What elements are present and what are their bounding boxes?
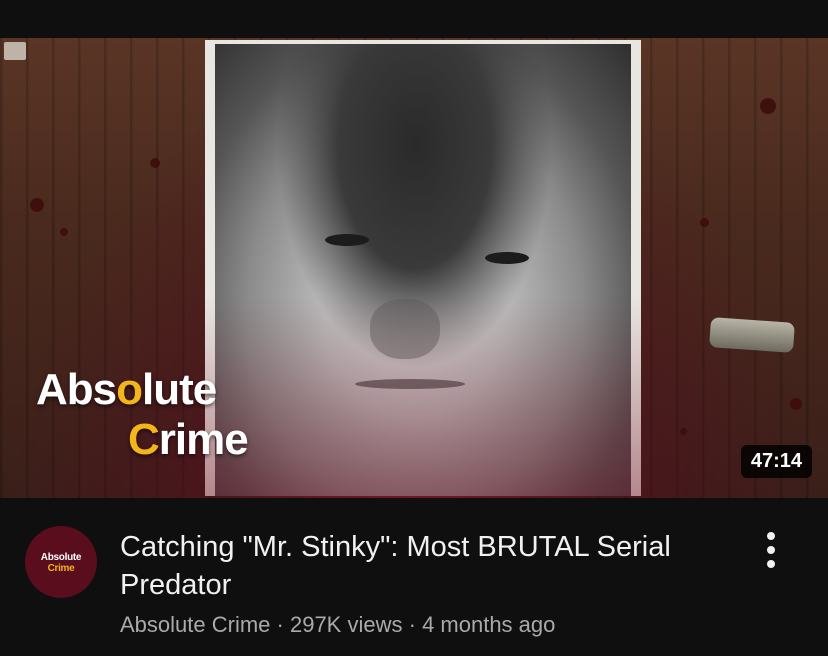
brand-line-2: Crime <box>36 415 249 464</box>
brand-accent: C <box>128 415 160 464</box>
more-vert-icon[interactable] <box>758 532 784 568</box>
blood-splatter <box>700 218 709 227</box>
blood-splatter <box>60 228 68 236</box>
video-title[interactable]: Catching "Mr. Stinky": Most BRUTAL Seria… <box>120 528 720 604</box>
dot <box>767 546 775 554</box>
brand-text: Abs <box>36 365 117 414</box>
top-bar <box>0 0 828 38</box>
portrait-eye-left <box>325 234 369 246</box>
video-thumbnail[interactable]: Absolute Crime 47:14 <box>0 38 828 498</box>
blood-splatter <box>150 158 160 168</box>
blood-splatter <box>30 198 44 212</box>
view-count: 297K views <box>289 612 403 637</box>
blood-splatter <box>790 398 802 410</box>
portrait-eye-right <box>485 252 529 264</box>
brand-text: rime <box>158 415 249 464</box>
upload-age: 4 months ago <box>422 612 556 637</box>
blood-splatter <box>760 98 776 114</box>
channel-avatar[interactable]: Absolute Crime <box>25 526 97 598</box>
video-subline: Absolute Crime · 297K views · 4 months a… <box>120 612 555 638</box>
avatar-text-line1: Absolute <box>40 552 82 563</box>
channel-name[interactable]: Absolute Crime <box>120 612 270 637</box>
blood-splatter <box>680 428 687 435</box>
video-meta: Absolute Crime Catching "Mr. Stinky": Mo… <box>0 498 828 656</box>
brand-accent: o <box>116 365 143 414</box>
separator: · <box>276 612 284 637</box>
duration-badge: 47:14 <box>740 445 812 478</box>
brand-line-1: Absolute <box>36 368 248 412</box>
bullet-shell <box>709 317 795 353</box>
brand-logo: Absolute Crime <box>36 368 249 464</box>
separator: · <box>408 612 416 637</box>
dot <box>767 532 775 540</box>
avatar-text-line2: Crime <box>47 563 75 574</box>
brand-text: lute <box>142 365 217 414</box>
dot <box>767 560 775 568</box>
tape-decoration <box>4 42 26 60</box>
photo-tint <box>205 296 641 496</box>
suspect-photo <box>205 40 641 496</box>
